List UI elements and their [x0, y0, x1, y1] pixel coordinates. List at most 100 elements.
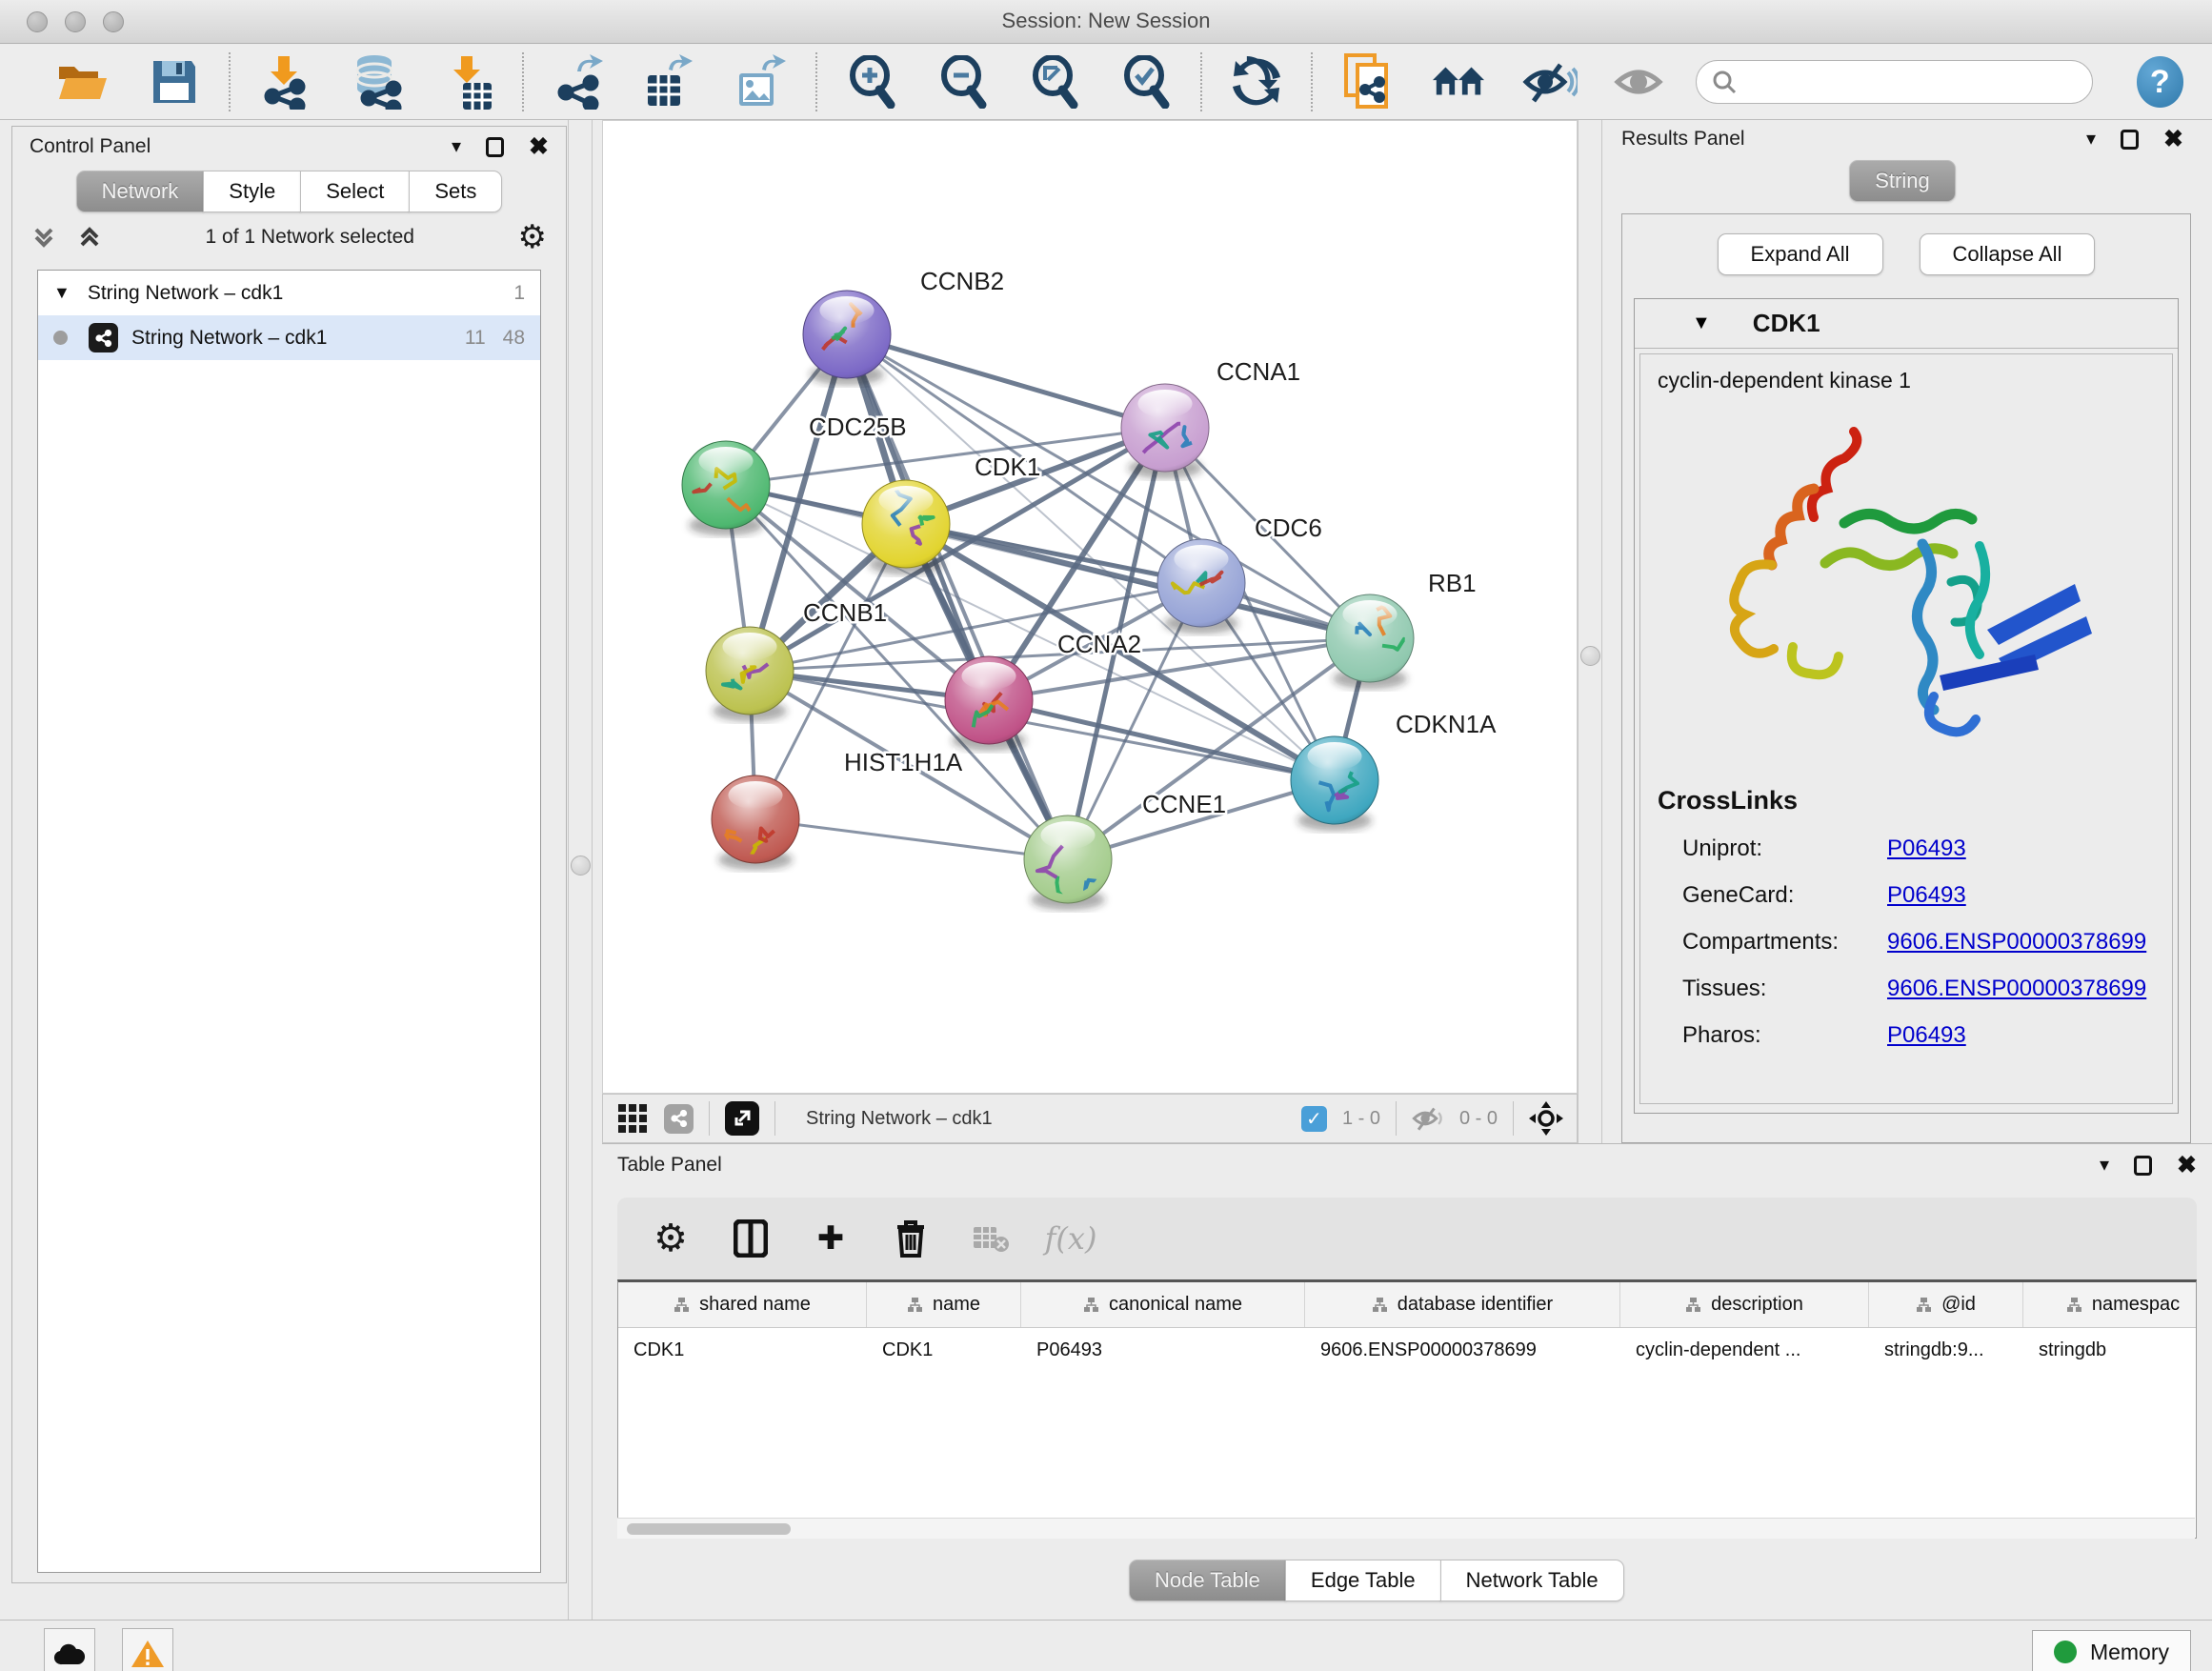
gene-card-collapse-icon[interactable]: ▼: [1692, 312, 1711, 334]
table-scrollbar-thumb[interactable]: [627, 1523, 791, 1535]
network-node-HIST1H1A[interactable]: [712, 775, 799, 870]
protein-structure-image: [1701, 420, 2111, 754]
zoom-in-icon[interactable]: [844, 54, 899, 110]
expand-all-button[interactable]: Expand All: [1718, 233, 1883, 275]
crosslink-link[interactable]: P06493: [1887, 882, 1966, 909]
network-collection-row[interactable]: ▼ String Network – cdk1 1: [38, 271, 540, 315]
tab-select[interactable]: Select: [300, 171, 410, 212]
network-node-CCNB2[interactable]: [803, 291, 891, 385]
search-box[interactable]: [1696, 60, 2093, 104]
show-all-icon[interactable]: [1614, 54, 1669, 110]
hide-selected-icon[interactable]: [1522, 54, 1578, 110]
save-session-icon[interactable]: [147, 54, 202, 110]
crosslinks-title: CrossLinks: [1658, 786, 2155, 815]
toolbar-separator: [1513, 1101, 1514, 1136]
expand-all-networks-icon[interactable]: [31, 225, 56, 250]
show-columns-icon[interactable]: [730, 1218, 772, 1259]
tab-style[interactable]: Style: [203, 171, 301, 212]
network-canvas[interactable]: CCNB2CCNA1CDC25BCDK1CDC6RB1CCNB1CCNA2CDK…: [602, 120, 1578, 1094]
selected-checkbox[interactable]: ✓: [1301, 1106, 1327, 1132]
column-header-database-identifier[interactable]: database identifier: [1305, 1282, 1620, 1327]
tab-network-table[interactable]: Network Table: [1440, 1560, 1624, 1601]
help-button[interactable]: ?: [2137, 56, 2183, 108]
toolbar-separator: [709, 1101, 710, 1136]
network-node-CCNA1[interactable]: [1121, 384, 1209, 478]
column-header-canonical-name[interactable]: canonical name: [1021, 1282, 1305, 1327]
network-badge-icon[interactable]: [664, 1104, 694, 1134]
table-panel-title: Table Panel: [617, 1154, 722, 1177]
right-splitter[interactable]: [1578, 120, 1602, 1143]
create-column-icon[interactable]: ✚: [810, 1218, 852, 1259]
app-window: Session: New Session: [0, 0, 2212, 1671]
open-session-icon[interactable]: [55, 54, 111, 110]
network-node-CCNE1[interactable]: [1024, 815, 1112, 910]
crosslink-link[interactable]: 9606.ENSP00000378699: [1887, 929, 2146, 956]
apply-layout-icon[interactable]: [1229, 54, 1284, 110]
import-table-file-icon[interactable]: [440, 54, 495, 110]
column-header-description[interactable]: description: [1620, 1282, 1869, 1327]
control-panel-float-icon[interactable]: [486, 137, 504, 157]
zoom-out-icon[interactable]: [935, 54, 991, 110]
zoom-fit-icon[interactable]: [1027, 54, 1082, 110]
results-panel-close-icon[interactable]: ✖: [2163, 128, 2183, 151]
network-node-CDKN1A[interactable]: [1291, 736, 1378, 831]
table-options-gear-icon[interactable]: ⚙: [650, 1218, 692, 1259]
open-in-window-icon[interactable]: [725, 1101, 759, 1136]
cloud-button[interactable]: [44, 1628, 95, 1671]
tab-node-table[interactable]: Node Table: [1129, 1560, 1286, 1601]
results-panel-menu-icon[interactable]: ▾: [2086, 130, 2096, 149]
network-node-CCNB1[interactable]: [706, 627, 794, 721]
search-input[interactable]: [1746, 70, 2077, 94]
network-node-CDC6[interactable]: [1157, 539, 1245, 634]
table-row[interactable]: CDK1CDK1P064939606.ENSP00000378699cyclin…: [618, 1328, 2196, 1372]
collapse-all-button[interactable]: Collapse All: [1920, 233, 2096, 275]
import-network-file-icon[interactable]: [257, 54, 312, 110]
crosslink-row: GeneCard:P06493: [1658, 882, 2155, 909]
network-node-CDK1[interactable]: [862, 480, 950, 574]
network-options-gear-icon[interactable]: ⚙: [518, 221, 547, 253]
node-label-CDC6: CDC6: [1255, 513, 1322, 542]
new-network-from-selection-icon[interactable]: [1339, 54, 1395, 110]
column-header-namespac[interactable]: namespac: [2023, 1282, 2197, 1327]
left-splitter-handle[interactable]: [571, 856, 591, 876]
table-panel-close-icon[interactable]: ✖: [2177, 1154, 2197, 1178]
column-header-shared-name[interactable]: shared name: [618, 1282, 867, 1327]
hidden-eye-icon[interactable]: [1412, 1106, 1444, 1131]
zoom-selected-icon[interactable]: [1118, 54, 1174, 110]
results-panel-float-icon[interactable]: [2121, 130, 2139, 150]
export-table-icon[interactable]: [642, 54, 697, 110]
houses-icon[interactable]: [1431, 54, 1486, 110]
table-panel-float-icon[interactable]: [2134, 1156, 2152, 1176]
tab-sets[interactable]: Sets: [409, 171, 502, 212]
control-panel-menu-icon[interactable]: ▾: [452, 137, 461, 156]
crosslink-link[interactable]: P06493: [1887, 1022, 1966, 1049]
network-node-RB1[interactable]: [1326, 594, 1416, 689]
network-node-CCNA2[interactable]: [945, 656, 1033, 751]
import-network-database-icon[interactable]: [349, 54, 404, 110]
tab-network[interactable]: Network: [76, 171, 205, 212]
column-header-name[interactable]: name: [867, 1282, 1021, 1327]
collapse-all-networks-icon[interactable]: [77, 225, 102, 250]
warning-button[interactable]: [122, 1628, 173, 1671]
column-header--id[interactable]: @id: [1869, 1282, 2023, 1327]
control-panel-close-icon[interactable]: ✖: [529, 135, 549, 159]
network-node-CDC25B[interactable]: [682, 441, 770, 535]
tab-string[interactable]: String: [1849, 160, 1955, 202]
table-panel-menu-icon[interactable]: ▾: [2100, 1156, 2109, 1175]
collection-expand-icon[interactable]: ▼: [53, 283, 70, 303]
export-network-icon[interactable]: [551, 54, 606, 110]
column-header-label: namespac: [2092, 1294, 2180, 1316]
network-row-selected[interactable]: String Network – cdk1 11 48: [38, 315, 540, 360]
left-splitter[interactable]: [568, 120, 593, 1620]
hidden-counts: 0 - 0: [1459, 1108, 1498, 1130]
grid-view-icon[interactable]: [616, 1102, 649, 1135]
crosslink-link[interactable]: 9606.ENSP00000378699: [1887, 976, 2146, 1002]
export-image-icon[interactable]: [734, 54, 789, 110]
tab-edge-table[interactable]: Edge Table: [1285, 1560, 1441, 1601]
birdseye-pan-icon[interactable]: [1529, 1101, 1563, 1136]
memory-button[interactable]: Memory: [2032, 1630, 2191, 1671]
right-splitter-handle[interactable]: [1580, 646, 1600, 666]
delete-column-icon[interactable]: [890, 1218, 932, 1259]
table-horizontal-scrollbar[interactable]: [617, 1518, 2195, 1539]
crosslink-link[interactable]: P06493: [1887, 836, 1966, 862]
